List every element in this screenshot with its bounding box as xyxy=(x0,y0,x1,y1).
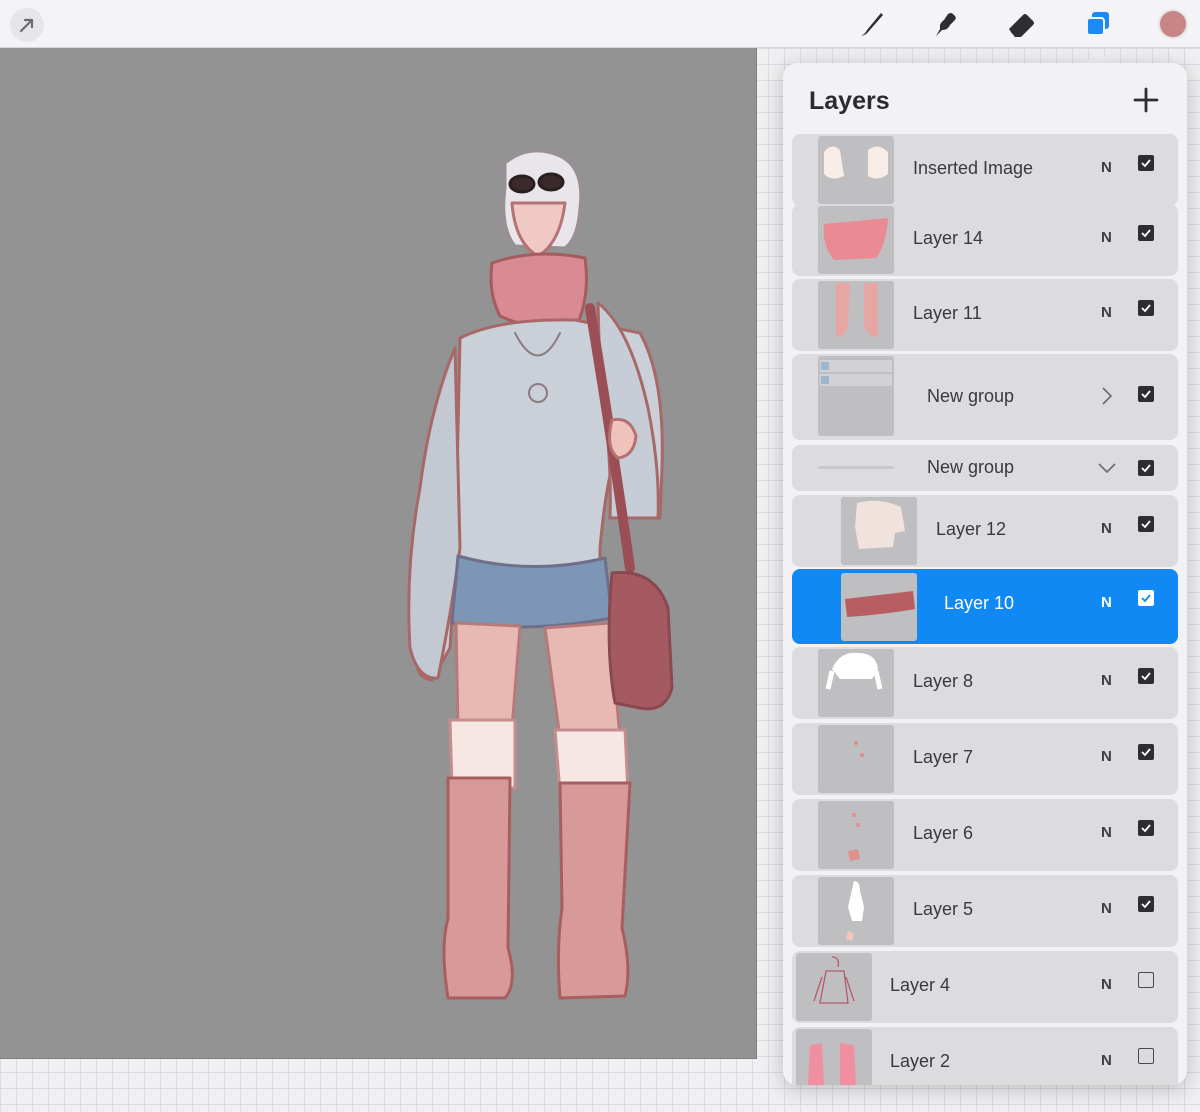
transform-arrow-icon[interactable] xyxy=(10,8,44,42)
blend-mode-button[interactable]: N xyxy=(1101,900,1112,917)
layer-row[interactable]: Layer 14 N xyxy=(792,204,1178,276)
group-name: New group xyxy=(927,457,1015,477)
layer-row[interactable]: Layer 5 N xyxy=(792,875,1178,947)
layers-icon[interactable] xyxy=(1080,6,1116,42)
visibility-checkbox[interactable] xyxy=(1138,155,1154,171)
chevron-down-icon[interactable] xyxy=(1096,456,1118,480)
visibility-checkbox[interactable] xyxy=(1138,386,1154,402)
layer-name: Layer 6 xyxy=(913,823,974,843)
blend-mode-button[interactable]: N xyxy=(1101,520,1112,537)
brush-icon[interactable] xyxy=(853,6,889,42)
layer-row[interactable]: Layer 11 N xyxy=(792,279,1178,351)
blend-mode-button[interactable]: N xyxy=(1101,976,1112,993)
layer-name: Layer 12 xyxy=(936,519,1007,539)
blend-mode-button[interactable]: N xyxy=(1101,594,1112,611)
top-toolbar xyxy=(0,0,1200,48)
layer-list[interactable]: Inserted Image N Layer 14 N Layer 11 N N… xyxy=(783,133,1187,1085)
visibility-checkbox[interactable] xyxy=(1138,668,1154,684)
layer-name: Layer 8 xyxy=(913,671,974,691)
plus-icon xyxy=(1133,87,1159,113)
layer-name: Layer 14 xyxy=(913,228,984,248)
visibility-checkbox[interactable] xyxy=(1138,300,1154,316)
layer-thumbnail xyxy=(818,649,894,717)
layer-name: Layer 7 xyxy=(913,747,974,767)
drawing-canvas[interactable] xyxy=(0,48,757,1059)
layer-row[interactable]: Layer 12 N xyxy=(792,495,1178,567)
visibility-checkbox[interactable] xyxy=(1138,225,1154,241)
blend-mode-button[interactable]: N xyxy=(1101,824,1112,841)
layer-name: Layer 10 xyxy=(944,593,1015,613)
blend-mode-button[interactable]: N xyxy=(1101,748,1112,765)
color-swatch[interactable] xyxy=(1158,9,1188,39)
visibility-checkbox[interactable] xyxy=(1138,744,1154,760)
eraser-icon[interactable] xyxy=(1003,6,1039,42)
layer-name: Inserted Image xyxy=(913,158,1034,178)
group-row[interactable]: New group xyxy=(792,445,1178,491)
layer-thumbnail xyxy=(818,281,894,349)
blend-mode-button[interactable]: N xyxy=(1101,672,1112,689)
chevron-right-icon[interactable] xyxy=(1098,384,1116,408)
layer-thumbnail xyxy=(841,497,917,565)
visibility-checkbox[interactable] xyxy=(1138,590,1154,606)
layer-thumbnail xyxy=(818,877,894,945)
group-thumbnail xyxy=(818,356,894,436)
layer-row-selected[interactable]: Layer 10 N xyxy=(792,569,1178,644)
layer-row[interactable]: Layer 2 N xyxy=(792,1027,1178,1085)
layer-row[interactable]: Layer 6 N xyxy=(792,799,1178,871)
layer-thumbnail xyxy=(818,206,894,274)
layer-thumbnail xyxy=(818,136,894,204)
layer-thumbnail xyxy=(818,725,894,793)
layer-name: Layer 2 xyxy=(890,1051,951,1071)
visibility-checkbox[interactable] xyxy=(1138,896,1154,912)
visibility-checkbox[interactable] xyxy=(1138,820,1154,836)
layer-row[interactable]: Layer 4 N xyxy=(792,951,1178,1023)
visibility-checkbox[interactable] xyxy=(1138,460,1154,476)
layer-thumbnail xyxy=(796,1029,872,1085)
layer-row[interactable]: Inserted Image N xyxy=(792,134,1178,206)
blend-mode-button[interactable]: N xyxy=(1101,304,1112,321)
layer-name: Layer 5 xyxy=(913,899,974,919)
layer-thumbnail xyxy=(818,801,894,869)
blend-mode-button[interactable]: N xyxy=(1101,229,1112,246)
group-name: New group xyxy=(927,386,1015,406)
visibility-checkbox[interactable] xyxy=(1138,516,1154,532)
layer-thumbnail xyxy=(796,953,872,1021)
layers-panel: Layers Inserted Image N Layer 14 N Layer… xyxy=(783,63,1187,1085)
visibility-checkbox[interactable] xyxy=(1138,1048,1154,1064)
layer-thumbnail xyxy=(841,573,917,641)
blend-mode-button[interactable]: N xyxy=(1101,1052,1112,1069)
character-illustration xyxy=(407,149,674,1000)
layer-row[interactable]: Layer 8 N xyxy=(792,647,1178,719)
visibility-checkbox[interactable] xyxy=(1138,972,1154,988)
smudge-icon[interactable] xyxy=(927,6,963,42)
layer-name: Layer 11 xyxy=(913,303,982,323)
layer-name: Layer 4 xyxy=(890,975,951,995)
group-divider xyxy=(818,466,894,469)
layer-row[interactable]: Layer 7 N xyxy=(792,723,1178,795)
group-row[interactable]: New group xyxy=(792,354,1178,440)
blend-mode-button[interactable]: N xyxy=(1101,159,1112,176)
add-layer-button[interactable] xyxy=(1129,83,1163,117)
panel-title: Layers xyxy=(809,87,890,115)
